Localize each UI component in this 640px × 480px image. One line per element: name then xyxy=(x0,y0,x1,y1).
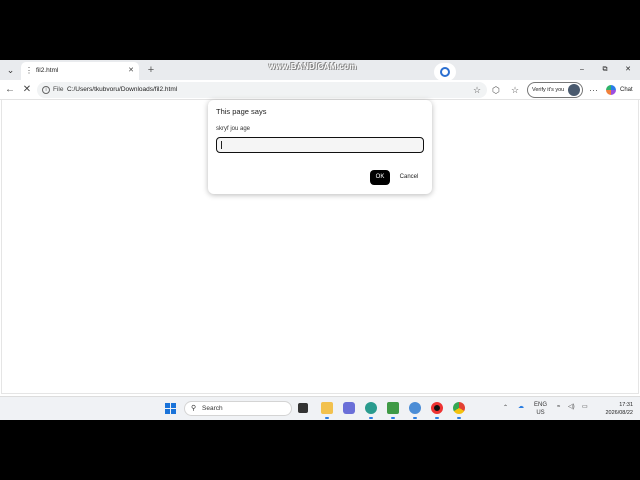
search-icon: ⚲ xyxy=(191,405,197,412)
minimize-icon[interactable]: – xyxy=(574,64,590,76)
tab-strip: ⌄ ⋮ fil2.html ✕ + www.BANDICAM.com – ⧉ ✕ xyxy=(0,60,640,80)
taskbar-search[interactable]: ⚲ Search xyxy=(184,401,292,416)
stop-icon[interactable]: ✕ xyxy=(20,83,34,97)
address-toolbar: ← ✕ i File C:/Users/tkubvoru/Downloads/f… xyxy=(0,80,640,100)
back-icon[interactable]: ← xyxy=(3,83,17,97)
page-icon: ⋮ xyxy=(25,66,33,75)
running-indicator xyxy=(391,417,395,419)
dialog-title: This page says xyxy=(216,107,267,116)
close-icon[interactable]: ✕ xyxy=(128,65,134,77)
bandicam-icon[interactable] xyxy=(409,402,421,414)
record-icon[interactable] xyxy=(431,402,443,414)
volume-icon[interactable]: ◁) xyxy=(568,403,575,411)
clock-date: 2026/08/22 xyxy=(605,410,633,416)
prompt-dialog: This page says skryf jou age OK Cancel xyxy=(208,100,432,194)
running-indicator xyxy=(435,417,439,419)
address-bar[interactable]: i File C:/Users/tkubvoru/Downloads/fil2.… xyxy=(37,82,487,98)
info-icon[interactable]: i xyxy=(42,86,50,94)
recorder-watermark: www.BANDICAM.com xyxy=(269,62,357,71)
tab-fil2[interactable]: ⋮ fil2.html ✕ xyxy=(21,62,139,80)
star-icon[interactable]: ☆ xyxy=(473,84,481,96)
favorites-icon[interactable]: ☆ xyxy=(511,83,519,97)
onedrive-icon[interactable]: ☁ xyxy=(518,403,524,411)
bandicam-badge xyxy=(434,63,456,81)
running-indicator xyxy=(457,417,461,419)
language-indicator[interactable]: ENG US xyxy=(534,401,547,417)
dialog-message: skryf jou age xyxy=(216,126,251,132)
edge-icon[interactable] xyxy=(365,402,377,414)
language-line1: ENG xyxy=(534,402,548,408)
battery-icon[interactable]: ▭ xyxy=(582,403,588,411)
tab-title: fil2.html xyxy=(36,67,59,74)
avatar xyxy=(568,84,580,96)
restore-icon[interactable]: ⧉ xyxy=(597,64,613,76)
url-text[interactable]: C:/Users/tkubvoru/Downloads/fil2.html xyxy=(67,85,177,95)
task-view-icon[interactable] xyxy=(298,403,308,413)
chrome-icon[interactable] xyxy=(453,402,465,414)
notepad-icon[interactable] xyxy=(387,402,399,414)
more-icon[interactable]: ··· xyxy=(589,83,598,97)
url-scheme: File xyxy=(53,86,64,93)
store-icon[interactable] xyxy=(343,402,355,414)
clock[interactable]: 17:31 2026/08/22 xyxy=(599,401,633,417)
cancel-button[interactable]: Cancel xyxy=(396,170,422,185)
copilot-icon[interactable] xyxy=(606,85,616,95)
extensions-icon[interactable]: ⬡ xyxy=(492,83,500,97)
running-indicator xyxy=(325,417,329,419)
clock-time: 17:31 xyxy=(619,402,633,408)
prompt-input[interactable] xyxy=(216,137,424,153)
ok-button[interactable]: OK xyxy=(370,170,390,185)
chat-label[interactable]: Chat xyxy=(620,85,633,95)
taskbar: ⚲ Search ⌃ ☁ ENG US ≈ ◁) ▭ 17:31 2026/08… xyxy=(0,396,640,420)
running-indicator xyxy=(413,417,417,419)
running-indicator xyxy=(369,417,373,419)
search-placeholder: Search xyxy=(202,405,223,412)
file-explorer-icon[interactable] xyxy=(321,402,333,414)
profile-button[interactable]: Verify it's you xyxy=(527,82,583,98)
chevron-up-icon[interactable]: ⌃ xyxy=(503,404,508,412)
close-window-icon[interactable]: ✕ xyxy=(620,64,636,76)
tab-list-icon[interactable]: ⌄ xyxy=(3,63,18,77)
wifi-icon[interactable]: ≈ xyxy=(557,403,560,411)
bandicam-logo-icon xyxy=(440,67,450,77)
windows-start-icon[interactable] xyxy=(165,403,176,414)
plus-icon[interactable]: + xyxy=(144,63,158,77)
text-caret xyxy=(221,141,222,149)
language-line2: US xyxy=(536,410,545,416)
profile-label: Verify it's you xyxy=(532,87,565,93)
